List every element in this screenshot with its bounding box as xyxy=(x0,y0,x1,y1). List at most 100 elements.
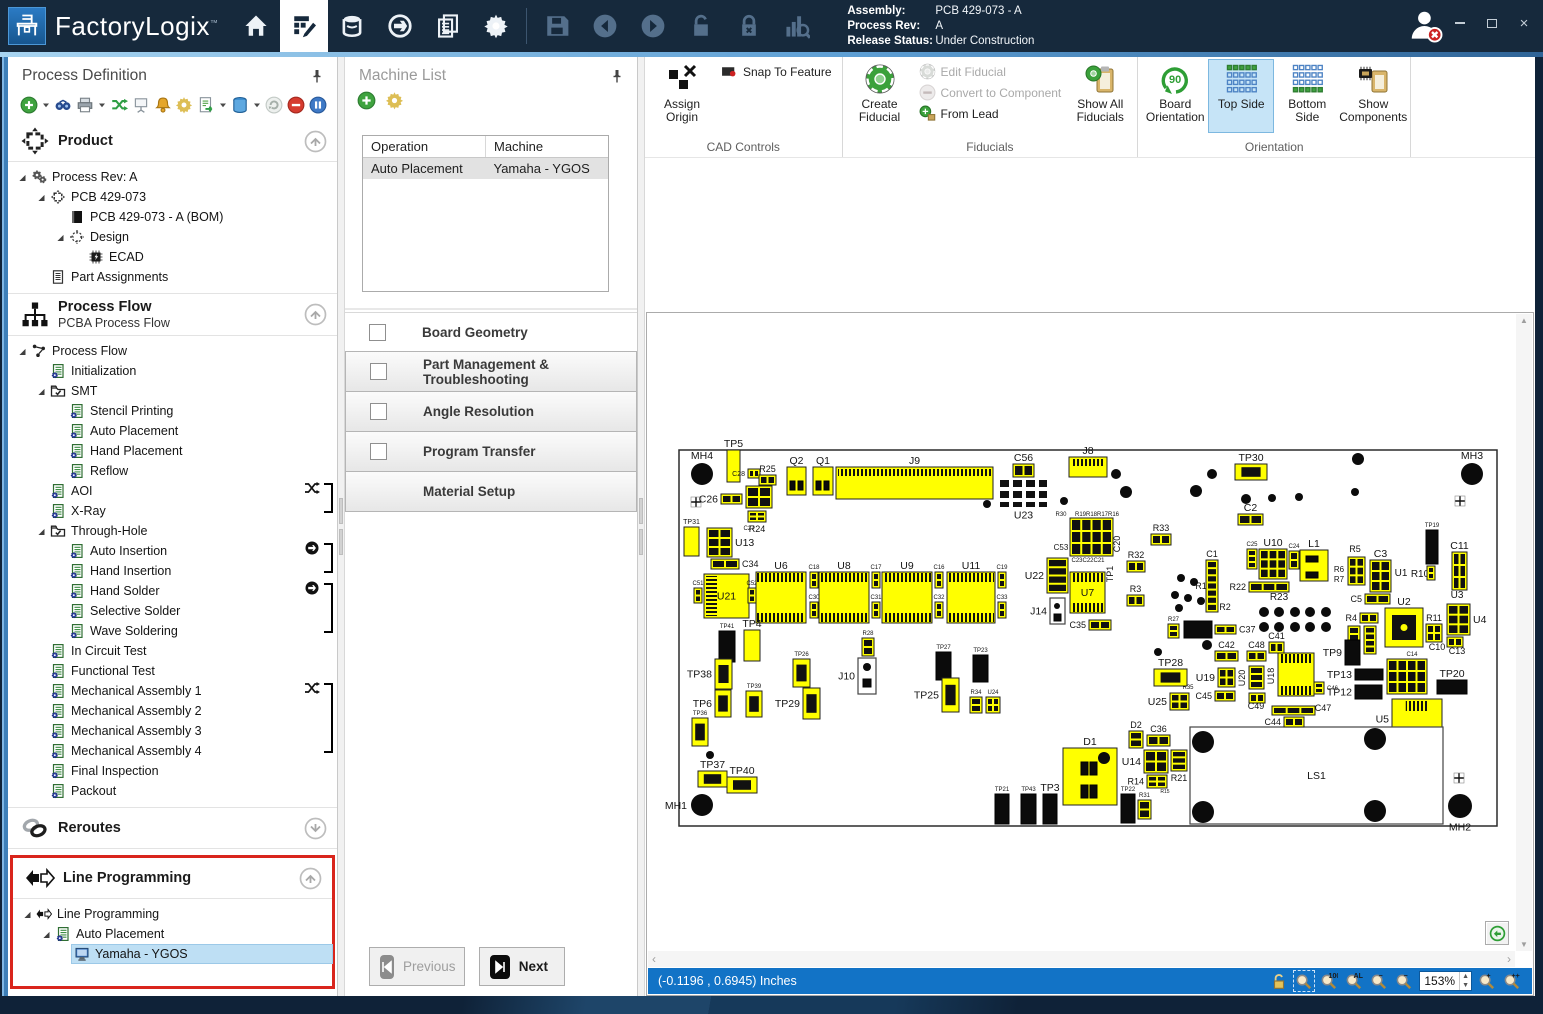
column-header-machine[interactable]: Machine xyxy=(486,136,608,157)
tree-item-wave-soldering[interactable]: Wave Soldering xyxy=(8,621,337,641)
from-lead-button[interactable]: From Lead xyxy=(913,103,1005,124)
tree-item-initialization[interactable]: Initialization xyxy=(8,361,337,381)
column-header-operation[interactable]: Operation xyxy=(363,136,486,157)
minimize-button[interactable] xyxy=(1451,14,1469,32)
pin-icon[interactable] xyxy=(309,68,325,84)
mid-splitter[interactable] xyxy=(638,57,645,996)
tree-item-reflow[interactable]: Reflow xyxy=(8,461,337,481)
zoom-in-large-button[interactable]: ++ xyxy=(1502,971,1522,991)
step-material-setup[interactable]: Material Setup xyxy=(345,472,637,512)
bell-icon[interactable] xyxy=(153,95,172,115)
scroll-right-icon[interactable]: › xyxy=(1507,952,1511,966)
step-board-geometry[interactable]: Board Geometry xyxy=(345,312,637,352)
machine-row[interactable]: Auto PlacementYamaha - YGOS xyxy=(363,158,608,179)
audit-button[interactable] xyxy=(773,0,821,52)
gear-gold-icon[interactable] xyxy=(385,91,405,111)
close-button[interactable]: × xyxy=(1515,14,1533,32)
board-icon[interactable] xyxy=(131,95,150,115)
lock-button[interactable] xyxy=(725,0,773,52)
product-collapse-button[interactable] xyxy=(304,130,327,153)
tree-item-pcb-429-073-a-bom[interactable]: PCB 429-073 - A (BOM) xyxy=(8,207,337,227)
materials-button[interactable] xyxy=(328,0,376,52)
dropdown-caret-icon[interactable] xyxy=(219,95,228,115)
assign-origin-button[interactable]: Assign Origin xyxy=(649,59,715,133)
dropdown-caret-icon[interactable] xyxy=(42,95,51,115)
horizontal-scrollbar[interactable]: ‹› xyxy=(648,951,1515,967)
zoom-window-button[interactable] xyxy=(1294,971,1314,991)
convert-to-component-button[interactable]: Convert to Component xyxy=(913,82,1068,103)
tree-item-in-circuit-test[interactable]: In Circuit Test xyxy=(8,641,337,661)
minus-red-icon[interactable] xyxy=(286,95,305,115)
create-fiducial-button[interactable]: Create Fiducial xyxy=(847,59,913,133)
zoom-100-button[interactable]: 100 xyxy=(1319,971,1339,991)
documents-button[interactable] xyxy=(424,0,472,52)
pause-blue-icon[interactable] xyxy=(308,95,327,115)
show-components-button[interactable]: Show Components xyxy=(1340,59,1406,133)
tree-item-mechanical-assembly-4[interactable]: Mechanical Assembly 4 xyxy=(8,741,337,761)
tree-item-pcb-429-073[interactable]: ◢PCB 429-073 xyxy=(8,187,337,207)
previous-button[interactable]: Previous xyxy=(369,947,465,986)
find-icon[interactable] xyxy=(54,95,73,115)
refresh-gray-icon[interactable] xyxy=(264,95,283,115)
bottom-side-button[interactable]: Bottom Side xyxy=(1274,59,1340,133)
forward-button[interactable] xyxy=(629,0,677,52)
reorder-icon[interactable] xyxy=(109,95,128,115)
tree-item-x-ray[interactable]: X-Ray xyxy=(8,501,337,521)
step-program-transfer[interactable]: Program Transfer xyxy=(345,432,637,472)
tree-item-stencil-printing[interactable]: Stencil Printing xyxy=(8,401,337,421)
show-all-fiducials-button[interactable]: Show All Fiducials xyxy=(1067,59,1133,133)
scroll-left-icon[interactable]: ‹ xyxy=(652,952,656,966)
zoom-in-button[interactable]: + xyxy=(1477,971,1497,991)
edit-fiducial-button[interactable]: Edit Fiducial xyxy=(913,61,1012,82)
process-flow-collapse-button[interactable] xyxy=(304,303,327,326)
zoom-spinner-arrows[interactable]: ▲▼ xyxy=(1459,972,1471,990)
tree-item-final-inspection[interactable]: Final Inspection xyxy=(8,761,337,781)
machine-list-pin-icon[interactable] xyxy=(609,68,625,84)
tree-item-hand-solder[interactable]: Hand Solder xyxy=(8,581,337,601)
process-definition-button[interactable] xyxy=(280,0,328,52)
tree-item-auto-placement[interactable]: ◢Auto Placement xyxy=(13,924,332,944)
tree-item-part-assignments[interactable]: Part Assignments xyxy=(8,267,337,287)
scroll-down-icon[interactable]: ▼ xyxy=(1520,940,1528,949)
save-button[interactable] xyxy=(533,0,581,52)
tree-item-yamaha-ygos[interactable]: Yamaha - YGOS xyxy=(13,944,332,964)
tree-item-hand-placement[interactable]: Hand Placement xyxy=(8,441,337,461)
lock-zoom-icon[interactable] xyxy=(1269,971,1289,991)
zoom-out-button[interactable]: − xyxy=(1394,971,1414,991)
board-orientation-button[interactable]: 90Board Orientation xyxy=(1142,59,1208,133)
step-checkbox[interactable] xyxy=(370,403,387,420)
maximize-button[interactable] xyxy=(1483,14,1501,32)
step-checkbox[interactable] xyxy=(370,443,387,460)
next-button[interactable]: Next xyxy=(479,947,565,986)
dropdown-caret-icon[interactable] xyxy=(253,95,262,115)
transfer-button[interactable] xyxy=(376,0,424,52)
step-checkbox[interactable] xyxy=(369,324,386,341)
tree-item-ecad[interactable]: ECAD xyxy=(8,247,337,267)
tree-item-through-hole[interactable]: ◢Through-Hole xyxy=(8,521,337,541)
tree-item-design[interactable]: ◢Design xyxy=(8,227,337,247)
tree-item-smt[interactable]: ◢SMT xyxy=(8,381,337,401)
tree-item-hand-insertion[interactable]: Hand Insertion xyxy=(8,561,337,581)
tree-item-selective-solder[interactable]: Selective Solder xyxy=(8,601,337,621)
add-icon[interactable] xyxy=(357,91,377,111)
user-account-icon[interactable] xyxy=(1407,7,1445,45)
doc-export-icon[interactable] xyxy=(197,95,216,115)
step-part-management-troubleshooting[interactable]: Part Management & Troubleshooting xyxy=(345,352,637,392)
step-angle-resolution[interactable]: Angle Resolution xyxy=(345,392,637,432)
tree-item-mechanical-assembly-3[interactable]: Mechanical Assembly 3 xyxy=(8,721,337,741)
db-blue-icon[interactable] xyxy=(231,95,250,115)
dropdown-caret-icon[interactable] xyxy=(98,95,107,115)
scroll-up-icon[interactable]: ▲ xyxy=(1520,316,1528,325)
back-button[interactable] xyxy=(581,0,629,52)
top-side-button[interactable]: Top Side xyxy=(1208,59,1274,133)
tree-item-process-flow[interactable]: ◢Process Flow xyxy=(8,341,337,361)
tree-item-functional-test[interactable]: Functional Test xyxy=(8,661,337,681)
settings-button[interactable] xyxy=(472,0,520,52)
tree-item-process-rev-a[interactable]: ◢Process Rev: A xyxy=(8,167,337,187)
tree-item-auto-insertion[interactable]: Auto Insertion xyxy=(8,541,337,561)
home-button[interactable] xyxy=(232,0,280,52)
zoom-all-button[interactable]: ALL xyxy=(1344,971,1364,991)
line-programming-collapse-button[interactable] xyxy=(299,867,322,890)
tree-item-auto-placement[interactable]: Auto Placement xyxy=(8,421,337,441)
tree-item-packout[interactable]: Packout xyxy=(8,781,337,801)
